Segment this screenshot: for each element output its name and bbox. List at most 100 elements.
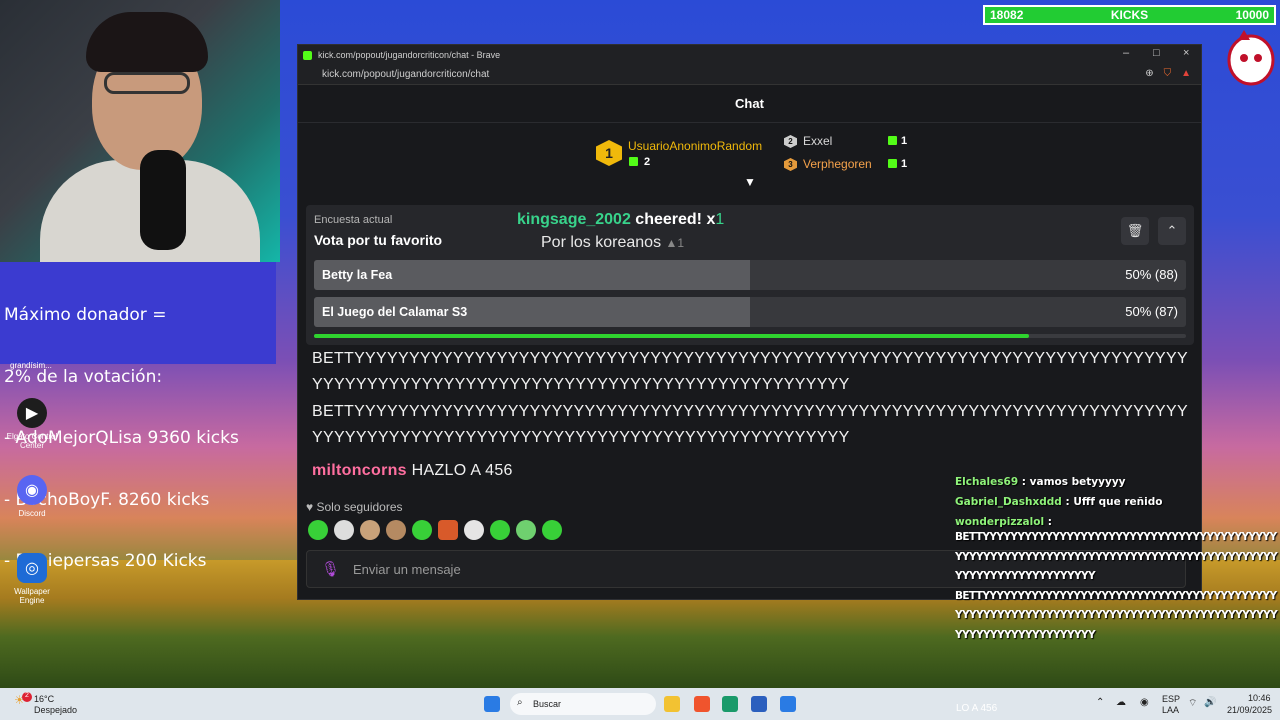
tray-app-icon[interactable]: ◉: [1140, 697, 1149, 708]
poll-card: Encuesta actual Vota por tu favorito kin…: [306, 205, 1194, 345]
maximize-button[interactable]: □: [1153, 47, 1160, 59]
chevron-up-icon: ⌃: [1166, 223, 1178, 238]
tray-chevron-icon[interactable]: ⌃: [1096, 697, 1104, 708]
microphone: [140, 150, 186, 250]
poll-question: Vota por tu favorito: [314, 232, 443, 248]
desktop-file-label: grandísim...: [10, 361, 52, 370]
gift-icon: [888, 136, 897, 145]
streamer-hair: [86, 12, 208, 72]
leader-1-name[interactable]: UsuarioAnonimoRandom: [628, 139, 762, 153]
cheer-notice: kingsage_2002 cheered! x1: [517, 211, 724, 229]
window-title: kick.com/popout/jugandorcriticon/chat - …: [318, 50, 501, 60]
start-button[interactable]: [484, 696, 500, 712]
zoom-icon[interactable]: ⊕: [1145, 68, 1153, 79]
cheer-username[interactable]: kingsage_2002: [517, 211, 631, 228]
wifi-icon[interactable]: ⌔: [1188, 697, 1197, 710]
gem-count: 1: [677, 236, 685, 250]
emote-icon[interactable]: [464, 520, 484, 540]
desktop-icon-discord[interactable]: ◉ Discord: [2, 475, 62, 518]
chat-message: BETTYYYYYYYYYYYYYYYYYYYYYYYYYYYYYYYYYYYY…: [312, 350, 1188, 393]
cheer-message-text: Por los koreanos: [541, 234, 662, 251]
streamer-glasses: [104, 72, 190, 94]
kicks-label: KICKS: [1110, 8, 1149, 22]
overlay-ticker: LO A 456: [956, 703, 998, 714]
emote-bar: [308, 520, 562, 540]
cloud-icon[interactable]: ☁: [1116, 697, 1126, 708]
file-explorer-icon[interactable]: [664, 696, 680, 712]
volume-icon[interactable]: 🔊: [1204, 697, 1216, 708]
emote-icon[interactable]: [490, 520, 510, 540]
chat-title: Chat: [298, 85, 1201, 123]
elgato-icon: ▶: [17, 398, 47, 428]
desktop-icon-label: Discord: [18, 509, 46, 518]
chat-username[interactable]: miltoncorns: [312, 462, 407, 479]
leaderboard-collapse-icon[interactable]: ▼: [744, 175, 756, 189]
kicks-current: 18082: [990, 8, 1024, 22]
emote-icon[interactable]: [412, 520, 432, 540]
leader-1-count: 2: [644, 156, 651, 168]
mascot-sticker-icon: [1227, 30, 1275, 86]
leader-3-name[interactable]: Verphegoren: [803, 157, 872, 171]
desktop-icon-wallpaper-engine[interactable]: ◎ Wallpaper Engine: [2, 553, 62, 605]
poll-option-label: Betty la Fea: [322, 268, 393, 282]
weather-badge: 2: [22, 692, 32, 702]
leader-2-name[interactable]: Exxel: [803, 134, 832, 148]
url-text: kick.com/popout/jugandorcriticon/chat: [322, 69, 490, 80]
emote-icon[interactable]: [438, 520, 458, 540]
followers-only-mode: ♥ Solo seguidores: [306, 500, 403, 514]
minimize-button[interactable]: –: [1123, 47, 1129, 59]
app-icon[interactable]: [722, 696, 738, 712]
overlay-text: : vamos betyyyyy: [1018, 476, 1126, 488]
desktop-icon-label: Wallpaper Engine: [14, 587, 50, 605]
lang-top[interactable]: ESP: [1162, 694, 1180, 704]
brave-rewards-icon[interactable]: ▲: [1181, 68, 1191, 79]
desktop-icon-label: Elgato Control Center: [6, 432, 58, 450]
emote-icon[interactable]: [308, 520, 328, 540]
poll-option-result: 50% (88): [1125, 267, 1178, 282]
lang-bottom: LAA: [1162, 705, 1180, 715]
chat-message: BETTYYYYYYYYYYYYYYYYYYYYYYYYYYYYYYYYYYYY…: [312, 403, 1188, 446]
cheer-amount: 1: [715, 211, 725, 228]
microphone-icon[interactable]: 🎙: [321, 560, 340, 578]
overlay-long-message: BETTYYYYYYYYYYYYYYYYYYYYYYYYYYYYYYYYYYYY…: [955, 589, 1278, 641]
brave-shield-icon[interactable]: ⛉: [1164, 68, 1172, 79]
search-placeholder: Buscar: [533, 699, 562, 709]
windows-taskbar: ☀ 2 16°C Despejado ⌕ Buscar LO A 456 ⌃ ☁…: [0, 688, 1280, 720]
poll-option-2[interactable]: El Juego del Calamar S3 50% (87): [314, 297, 1186, 327]
collapse-poll-button[interactable]: ⌃: [1158, 217, 1186, 245]
poll-caption: Encuesta actual: [314, 214, 393, 226]
delete-poll-button[interactable]: 🗑: [1121, 217, 1149, 245]
clock-date: 21/09/2025: [1227, 705, 1273, 715]
taskbar-search[interactable]: ⌕ Buscar: [510, 693, 656, 715]
poll-option-1[interactable]: Betty la Fea 50% (88): [314, 260, 1186, 290]
gem-icon: ▲: [665, 236, 678, 250]
clock-time[interactable]: 10:46: [1248, 693, 1271, 703]
desktop-icon-elgato[interactable]: ▶ Elgato Control Center: [2, 398, 62, 450]
weather-temp[interactable]: 16°C: [34, 694, 54, 704]
address-bar[interactable]: kick.com/popout/jugandorcriticon/chat ⊕ …: [298, 65, 1201, 85]
brave-browser-icon[interactable]: [694, 696, 710, 712]
discord-icon: ◉: [17, 475, 47, 505]
weather-desc: Despejado: [34, 705, 78, 715]
emote-icon[interactable]: [360, 520, 380, 540]
emote-icon[interactable]: [334, 520, 354, 540]
emote-icon[interactable]: [516, 520, 536, 540]
gift-leaderboard: 1 UsuarioAnonimoRandom 2 2 Exxel 1 3 Ver…: [298, 123, 1201, 191]
stream-chat-overlay: Elchales69 : vamos betyyyyy Gabriel_Dash…: [955, 476, 1280, 646]
leader-2-count: 1: [901, 135, 908, 147]
notepad-icon[interactable]: [780, 696, 796, 712]
chat-text: HAZLO A 456: [406, 462, 513, 479]
emote-icon[interactable]: [386, 520, 406, 540]
gift-icon: [629, 157, 638, 166]
close-button[interactable]: ×: [1183, 47, 1189, 59]
wallpaper-engine-icon: ◎: [17, 553, 47, 583]
kicks-goal-bar: 18082 KICKS 10000: [983, 5, 1276, 25]
message-placeholder: Enviar un mensaje: [353, 562, 461, 577]
emote-icon[interactable]: [542, 520, 562, 540]
word-icon[interactable]: [751, 696, 767, 712]
cheer-message: Por los koreanos ▲1: [541, 234, 684, 252]
overlay-long-message: BETTYYYYYYYYYYYYYYYYYYYYYYYYYYYYYYYYYYYY…: [955, 531, 1278, 583]
rank-1-medal-icon: 1: [596, 140, 622, 166]
poll-option-label: El Juego del Calamar S3: [322, 305, 468, 319]
overlay-text: : Ufff que reñido: [1061, 496, 1163, 508]
